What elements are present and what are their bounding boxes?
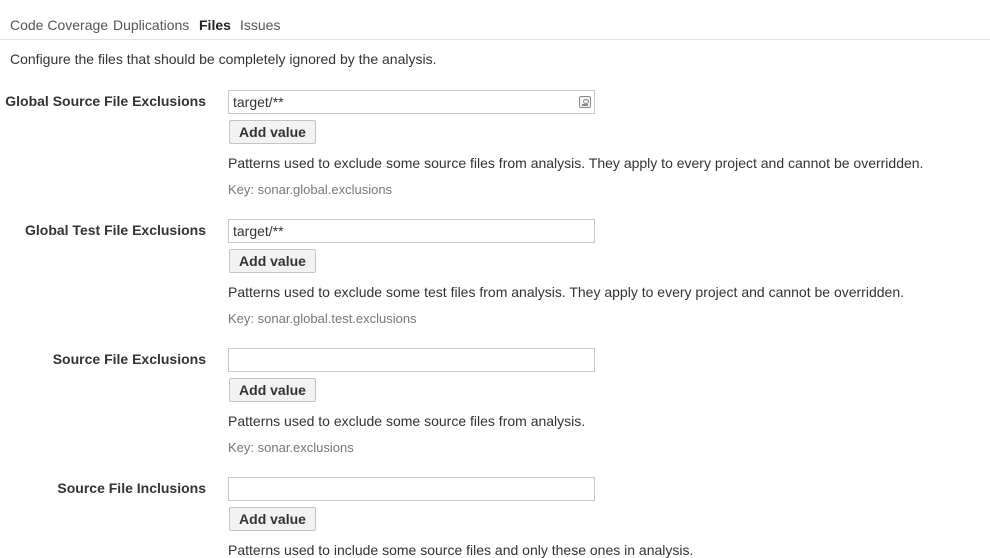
tab-issues[interactable]: Issues <box>240 17 280 33</box>
global-test-exclusions-label: Global Test File Exclusions <box>24 222 206 238</box>
tab-files[interactable]: Files <box>199 17 231 33</box>
source-inclusions-input[interactable] <box>228 477 595 501</box>
global-source-exclusions-label: Global Source File Exclusions <box>5 93 206 109</box>
global-source-exclusions-description: Patterns used to exclude some source fil… <box>228 155 924 171</box>
source-inclusions-label: Source File Inclusions <box>57 480 206 496</box>
global-test-exclusions-key: Key: sonar.global.test.exclusions <box>228 311 417 326</box>
global-source-exclusions-key: Key: sonar.global.exclusions <box>228 182 393 197</box>
global-test-exclusions-input[interactable] <box>228 219 595 243</box>
add-value-button[interactable]: Add value <box>229 120 316 144</box>
source-exclusions-description: Patterns used to exclude some source fil… <box>228 413 586 429</box>
global-source-exclusions-input[interactable] <box>228 90 595 114</box>
add-value-button[interactable]: Add value <box>229 249 316 273</box>
source-inclusions-description: Patterns used to include some source fil… <box>228 542 694 558</box>
page-intro-text: Configure the files that should be compl… <box>10 51 437 67</box>
add-value-button[interactable]: Add value <box>229 507 316 531</box>
tab-duplications[interactable]: Duplications <box>113 17 189 33</box>
add-value-button[interactable]: Add value <box>229 378 316 402</box>
source-exclusions-key: Key: sonar.exclusions <box>228 440 354 455</box>
settings-tab-bar: Code Coverage Duplications Files Issues <box>0 0 990 40</box>
global-test-exclusions-description: Patterns used to exclude some test files… <box>228 284 904 300</box>
tab-code-coverage[interactable]: Code Coverage <box>10 17 108 33</box>
source-exclusions-input[interactable] <box>228 348 595 372</box>
source-exclusions-label: Source File Exclusions <box>52 351 206 367</box>
contact-card-icon[interactable] <box>579 96 591 108</box>
